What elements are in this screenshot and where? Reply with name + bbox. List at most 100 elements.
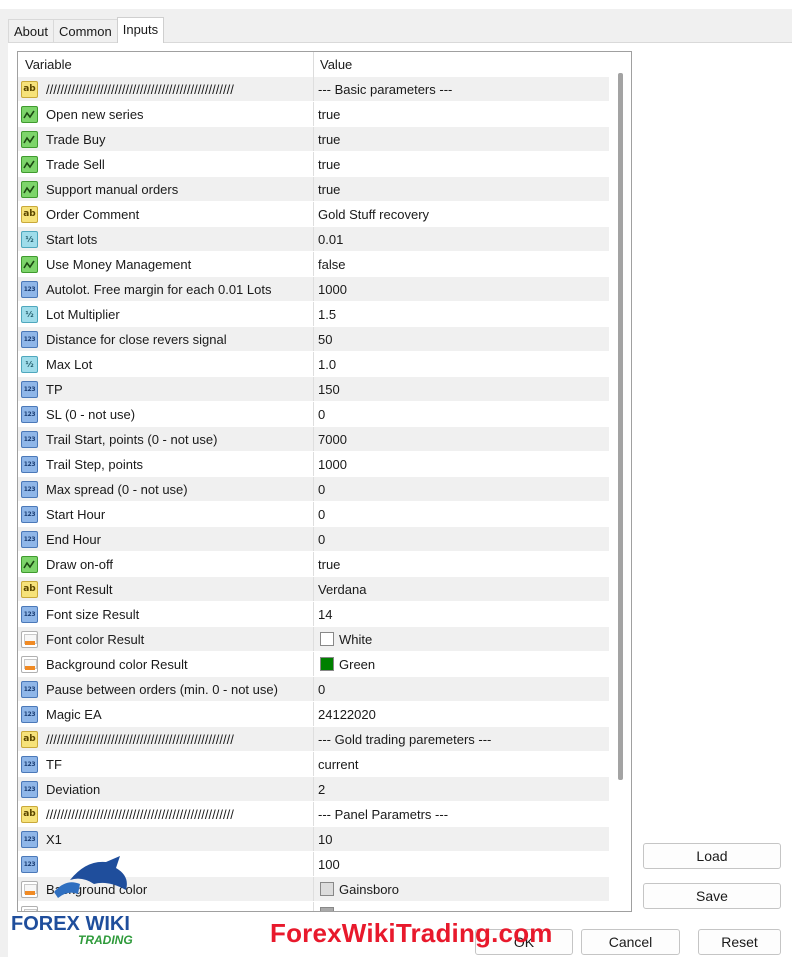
variable-cell[interactable]: 123 Trail Start, points (0 - not use) <box>18 427 314 451</box>
value-cell[interactable]: 1000 <box>314 452 609 476</box>
table-row[interactable]: 123 Start Hour 0 <box>18 502 609 527</box>
table-row[interactable]: 123 Magic EA 24122020 <box>18 702 609 727</box>
variable-cell[interactable]: ab //////////////////////////////////////… <box>18 802 314 826</box>
variable-cell[interactable]: 123 Deviation <box>18 777 314 801</box>
variable-cell[interactable]: Trade Sell <box>18 152 314 176</box>
value-cell[interactable]: true <box>314 177 609 201</box>
variable-cell[interactable]: 123 TF <box>18 752 314 776</box>
table-row[interactable]: 123 Font size Result 14 <box>18 602 609 627</box>
variable-cell[interactable]: 123 Trail Step, points <box>18 452 314 476</box>
variable-cell[interactable]: Font color Result <box>18 627 314 651</box>
table-row[interactable]: 123 Trail Step, points 1000 <box>18 452 609 477</box>
variable-cell[interactable]: ½ Lot Multiplier <box>18 302 314 326</box>
table-row[interactable]: ab //////////////////////////////////////… <box>18 727 609 752</box>
table-row[interactable]: ab Order Comment Gold Stuff recovery <box>18 202 609 227</box>
table-row[interactable]: ab //////////////////////////////////////… <box>18 802 609 827</box>
table-row[interactable]: 123 X1 10 <box>18 827 609 852</box>
value-cell[interactable]: 50 <box>314 327 609 351</box>
value-cell[interactable]: --- Gold trading paremeters --- <box>314 727 609 751</box>
value-cell[interactable]: current <box>314 752 609 776</box>
table-row[interactable]: Background color Result Green <box>18 652 609 677</box>
variable-column-header[interactable]: Variable <box>18 52 314 77</box>
value-cell[interactable]: 10 <box>314 827 609 851</box>
value-cell[interactable]: false <box>314 252 609 276</box>
variable-cell[interactable]: ab Order Comment <box>18 202 314 226</box>
tab-common[interactable]: Common <box>52 19 118 42</box>
vertical-scrollbar[interactable] <box>609 52 631 911</box>
value-cell[interactable]: true <box>314 102 609 126</box>
cancel-button[interactable]: Cancel <box>581 929 680 955</box>
table-row[interactable]: Trade Sell true <box>18 152 609 177</box>
variable-cell[interactable]: 123 End Hour <box>18 527 314 551</box>
variable-cell[interactable]: 123 Autolot. Free margin for each 0.01 Lo… <box>18 277 314 301</box>
value-cell[interactable]: 1.0 <box>314 352 609 376</box>
variable-cell[interactable]: ½ Start lots <box>18 227 314 251</box>
table-row[interactable]: ½ Max Lot 1.0 <box>18 352 609 377</box>
variable-cell[interactable]: Draw on-off <box>18 552 314 576</box>
value-cell[interactable]: 0.01 <box>314 227 609 251</box>
table-row[interactable]: ab Font Result Verdana <box>18 577 609 602</box>
value-cell[interactable]: 7000 <box>314 427 609 451</box>
value-cell[interactable]: 14 <box>314 602 609 626</box>
tab-inputs[interactable]: Inputs <box>116 17 165 43</box>
table-row[interactable]: 123 Trail Start, points (0 - not use) 7000 <box>18 427 609 452</box>
value-cell[interactable]: --- Panel Parametrs --- <box>314 802 609 826</box>
value-cell[interactable]: 0 <box>314 502 609 526</box>
value-cell[interactable]: 1000 <box>314 277 609 301</box>
table-row[interactable]: Use Money Management false <box>18 252 609 277</box>
value-cell[interactable]: Gold Stuff recovery <box>314 202 609 226</box>
table-row[interactable]: Font color Result White <box>18 627 609 652</box>
table-row[interactable]: 123 Max spread (0 - not use) 0 <box>18 477 609 502</box>
value-cell[interactable]: 0 <box>314 402 609 426</box>
value-cell[interactable]: 0 <box>314 677 609 701</box>
variable-cell[interactable]: 123 Pause between orders (min. 0 - not us… <box>18 677 314 701</box>
value-cell[interactable]: 0 <box>314 477 609 501</box>
value-cell[interactable]: Verdana <box>314 577 609 601</box>
value-cell[interactable]: --- Basic parameters --- <box>314 77 609 101</box>
variable-cell[interactable]: Background color Result <box>18 652 314 676</box>
variable-cell[interactable]: 123 TP <box>18 377 314 401</box>
table-row[interactable]: ½ Start lots 0.01 <box>18 227 609 252</box>
table-row[interactable]: 123 Distance for close revers signal 50 <box>18 327 609 352</box>
value-cell[interactable]: 0 <box>314 527 609 551</box>
variable-cell[interactable]: Trade Buy <box>18 127 314 151</box>
value-cell[interactable]: White <box>314 627 609 651</box>
save-button[interactable]: Save <box>643 883 781 909</box>
scrollbar-thumb[interactable] <box>618 73 623 780</box>
table-row[interactable]: 123 TP 150 <box>18 377 609 402</box>
value-cell[interactable]: 2 <box>314 777 609 801</box>
table-row[interactable]: 123 SL (0 - not use) 0 <box>18 402 609 427</box>
value-cell[interactable]: true <box>314 127 609 151</box>
value-cell[interactable]: 150 <box>314 377 609 401</box>
value-cell[interactable] <box>314 902 609 911</box>
value-cell[interactable]: 100 <box>314 852 609 876</box>
variable-cell[interactable]: Support manual orders <box>18 177 314 201</box>
variable-cell[interactable]: 123 Font size Result <box>18 602 314 626</box>
load-button[interactable]: Load <box>643 843 781 869</box>
value-cell[interactable]: true <box>314 152 609 176</box>
value-cell[interactable]: true <box>314 552 609 576</box>
table-row[interactable]: ab //////////////////////////////////////… <box>18 77 609 102</box>
table-row[interactable]: Open new series true <box>18 102 609 127</box>
reset-button[interactable]: Reset <box>698 929 781 955</box>
table-row[interactable]: 123 End Hour 0 <box>18 527 609 552</box>
variable-cell[interactable]: Open new series <box>18 102 314 126</box>
value-column-header[interactable]: Value <box>314 52 609 77</box>
variable-cell[interactable]: 123 Magic EA <box>18 702 314 726</box>
table-row[interactable]: 123 Pause between orders (min. 0 - not us… <box>18 677 609 702</box>
variable-cell[interactable]: 123 Distance for close revers signal <box>18 327 314 351</box>
table-row[interactable]: ½ Lot Multiplier 1.5 <box>18 302 609 327</box>
variable-cell[interactable]: ab //////////////////////////////////////… <box>18 727 314 751</box>
table-row[interactable]: 123 TF current <box>18 752 609 777</box>
value-cell[interactable]: 24122020 <box>314 702 609 726</box>
variable-cell[interactable]: 123 Max spread (0 - not use) <box>18 477 314 501</box>
variable-cell[interactable]: ½ Max Lot <box>18 352 314 376</box>
tab-about[interactable]: About <box>8 19 54 42</box>
variable-cell[interactable]: ab Font Result <box>18 577 314 601</box>
value-cell[interactable]: 1.5 <box>314 302 609 326</box>
table-row[interactable]: Trade Buy true <box>18 127 609 152</box>
table-row[interactable]: Draw on-off true <box>18 552 609 577</box>
variable-cell[interactable]: ab //////////////////////////////////////… <box>18 77 314 101</box>
value-cell[interactable]: Green <box>314 652 609 676</box>
table-row[interactable]: Support manual orders true <box>18 177 609 202</box>
